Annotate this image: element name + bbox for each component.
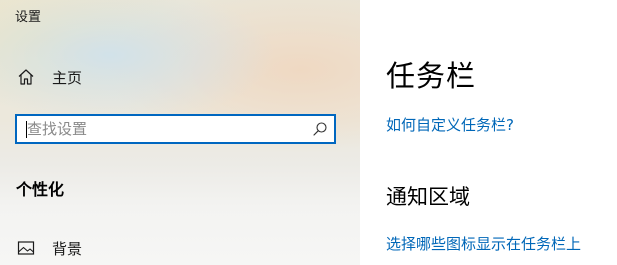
- customize-taskbar-help-link[interactable]: 如何自定义任务栏?: [386, 114, 514, 135]
- sidebar-item-home[interactable]: 主页: [16, 65, 82, 89]
- sidebar-item-label: 主页: [52, 68, 83, 87]
- section-heading-personalization: 个性化: [16, 180, 65, 199]
- search-icon[interactable]: [312, 121, 328, 137]
- notification-area-title: 通知区域: [386, 185, 470, 209]
- search-box[interactable]: [15, 114, 336, 144]
- page-title: 任务栏: [386, 59, 477, 93]
- home-icon: [16, 67, 36, 87]
- image-icon: [16, 238, 36, 258]
- sidebar-item-background[interactable]: 背景: [16, 236, 82, 260]
- select-taskbar-icons-link[interactable]: 选择哪些图标显示在任务栏上: [386, 233, 581, 254]
- sidebar-item-label: 背景: [52, 239, 83, 258]
- settings-content: 任务栏 如何自定义任务栏? 通知区域 选择哪些图标显示在任务栏上: [360, 0, 617, 265]
- search-input[interactable]: [27, 119, 297, 139]
- settings-sidebar: 设置 主页 个性化 背景: [0, 0, 360, 265]
- app-title: 设置: [15, 10, 42, 25]
